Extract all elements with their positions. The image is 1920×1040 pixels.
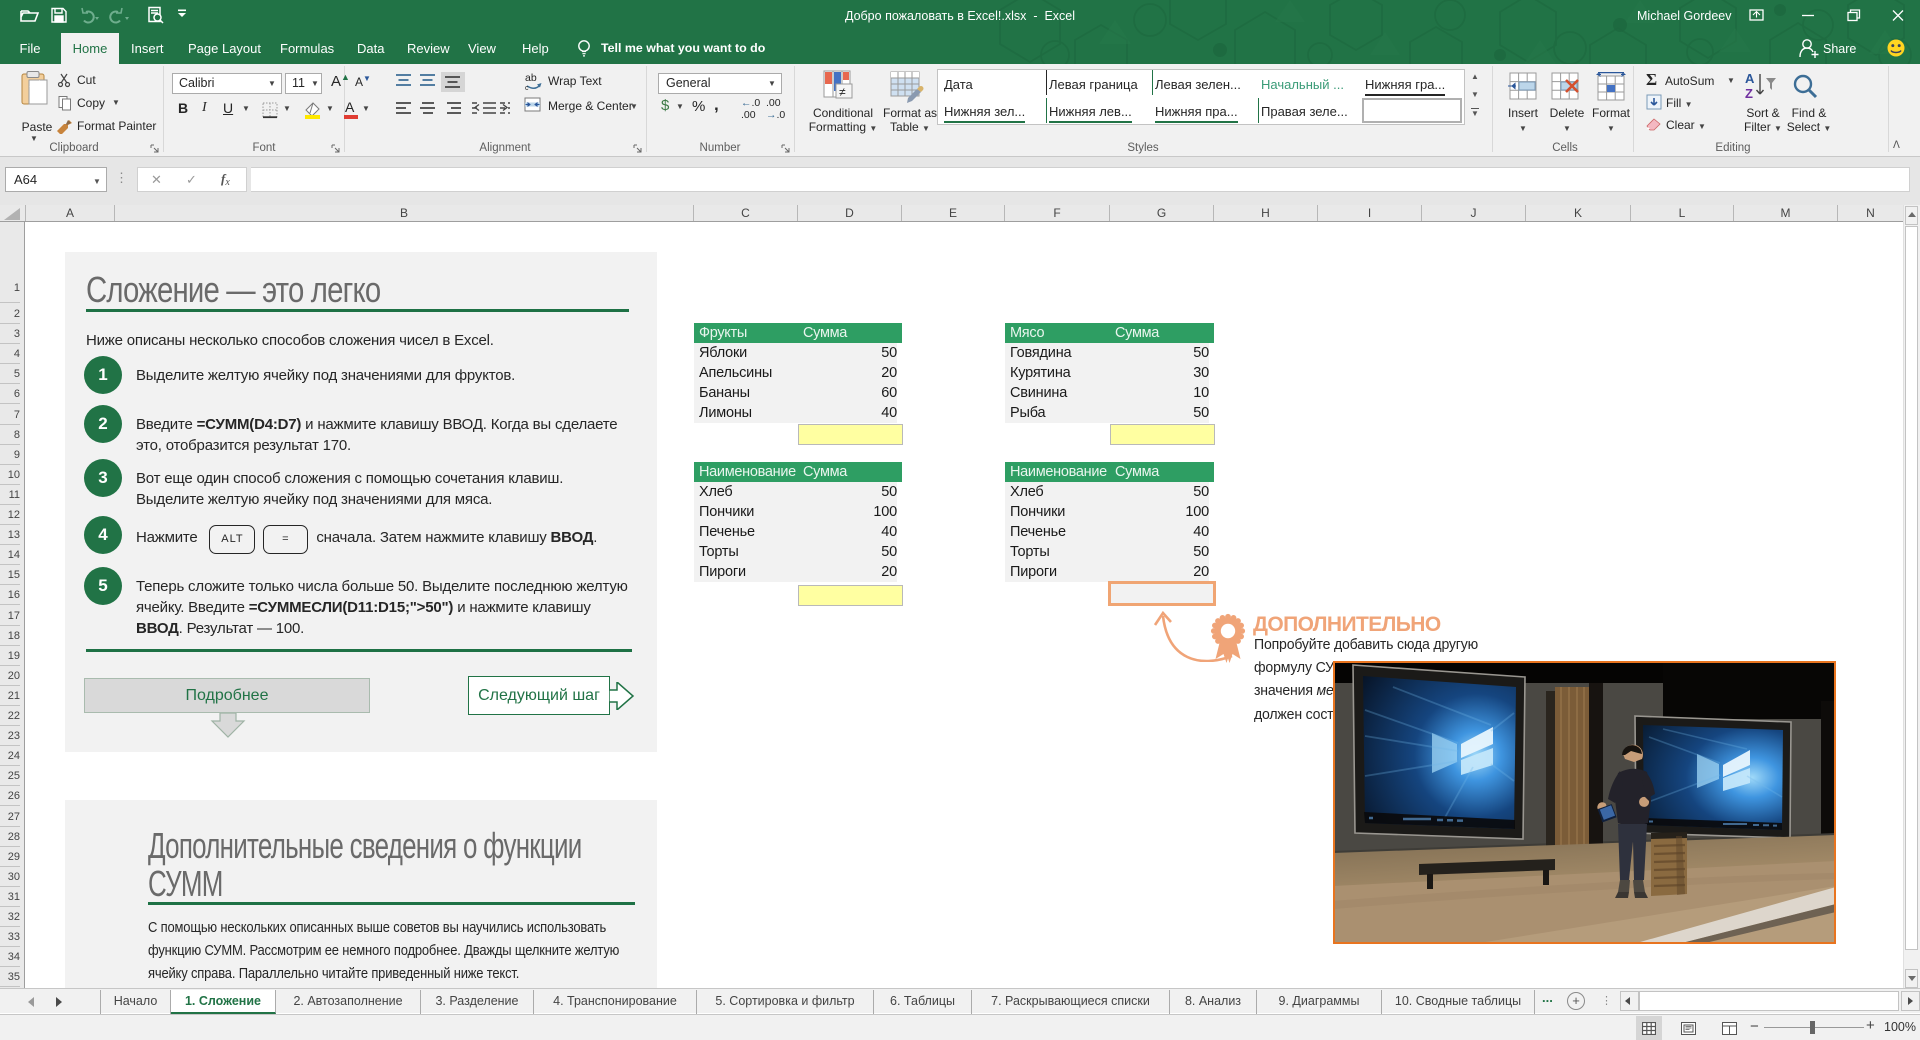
svg-text:A: A [1745,71,1755,86]
svg-text:Share: Share [1823,42,1856,56]
svg-text:≠: ≠ [839,85,846,99]
svg-text:Z: Z [1745,86,1753,101]
svg-text:ab: ab [525,72,537,84]
svg-text:c: c [525,85,529,92]
